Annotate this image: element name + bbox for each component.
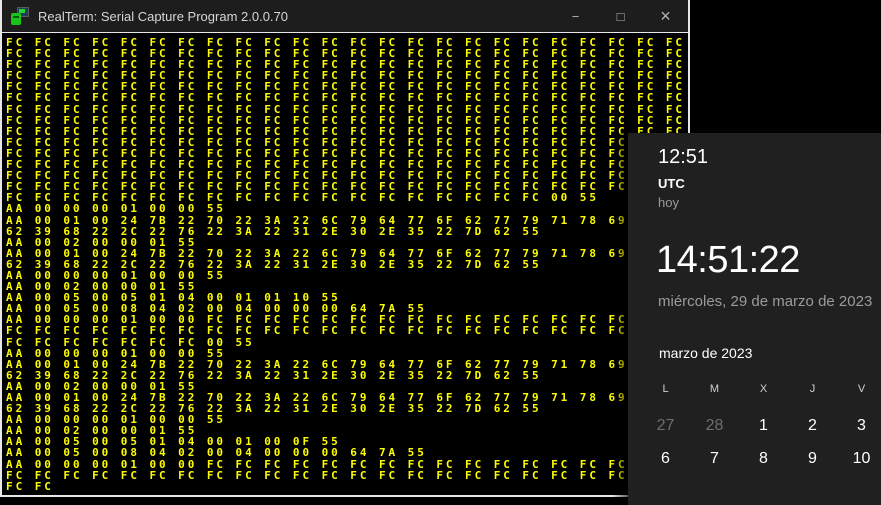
secondary-clock-zone: UTC [658,176,685,191]
weekday-header: M [709,383,720,395]
calendar-day-grid: 27 28 1 2 3 6 7 8 9 10 [641,409,881,475]
terminal-line: FC FC FC FC FC FC FC FC FC FC FC FC FC F… [6,468,685,482]
minimize-button[interactable]: − [553,0,598,32]
desktop: { "window": { "title": "RealTerm: Serial… [0,0,881,505]
calendar-month-title[interactable]: marzo de 2023 [659,345,752,361]
terminal-line: AA 00 01 00 24 7B 22 70 22 3A 22 6C 79 6… [6,213,685,227]
terminal-line: AA 00 00 00 01 00 00 FC FC FC FC FC FC F… [6,457,685,471]
realterm-window: RealTerm: Serial Capture Program 2.0.0.7… [0,0,690,497]
terminal-screen[interactable]: FC FC FC FC FC FC FC FC FC FC FC FC FC F… [2,33,688,495]
primary-clock-time: 14:51:22 [656,239,800,281]
terminal-line: FC FC FC FC FC FC FC FC FC FC FC FC FC F… [6,91,685,105]
close-button[interactable]: × [643,0,688,32]
calendar-day-cell[interactable]: 3 [837,409,881,442]
maximize-button[interactable]: □ [598,0,643,32]
terminal-line: FC FC FC FC FC FC FC 00 55 [6,335,255,349]
weekday-header: X [759,383,768,395]
calendar-day-cell[interactable]: 28 [690,409,739,442]
weekday-header: V [857,383,866,395]
calendar-day-cell[interactable]: 8 [739,442,788,475]
flyout-edge-shadow [612,133,628,505]
terminal-line: AA 00 00 00 01 00 00 55 [6,202,226,216]
titlebar[interactable]: RealTerm: Serial Capture Program 2.0.0.7… [2,0,688,33]
terminal-line: FC FC FC FC FC FC FC FC FC FC FC FC FC F… [6,324,685,338]
calendar-day-cell[interactable]: 9 [788,442,837,475]
calendar-day-cell[interactable]: 7 [690,442,739,475]
realterm-app-icon [11,7,29,25]
terminal-line: FC FC FC FC FC FC FC FC FC FC FC FC FC F… [6,102,685,116]
secondary-clock-label: hoy [658,195,679,210]
window-title: RealTerm: Serial Capture Program 2.0.0.7… [38,8,289,24]
calendar-weekday-row: LMXJV [641,383,881,395]
calendar-day-cell[interactable]: 2 [788,409,837,442]
weekday-header: J [809,383,816,395]
calendar-day-cell[interactable]: 27 [641,409,690,442]
weekday-header: L [662,383,669,395]
secondary-clock-time: 12:51 [658,146,709,168]
calendar-day-cell[interactable]: 1 [739,409,788,442]
terminal-line: FC FC [6,479,54,493]
calendar-day-cell[interactable]: 10 [837,442,881,475]
clock-flyout: 12:51 UTC hoy 14:51:22 miércoles, 29 de … [612,133,881,505]
full-date-link[interactable]: miércoles, 29 de marzo de 2023 [658,293,872,310]
calendar-day-cell[interactable]: 6 [641,442,690,475]
terminal-line: AA 00 05 00 08 04 02 00 04 00 00 00 64 7… [6,446,427,460]
